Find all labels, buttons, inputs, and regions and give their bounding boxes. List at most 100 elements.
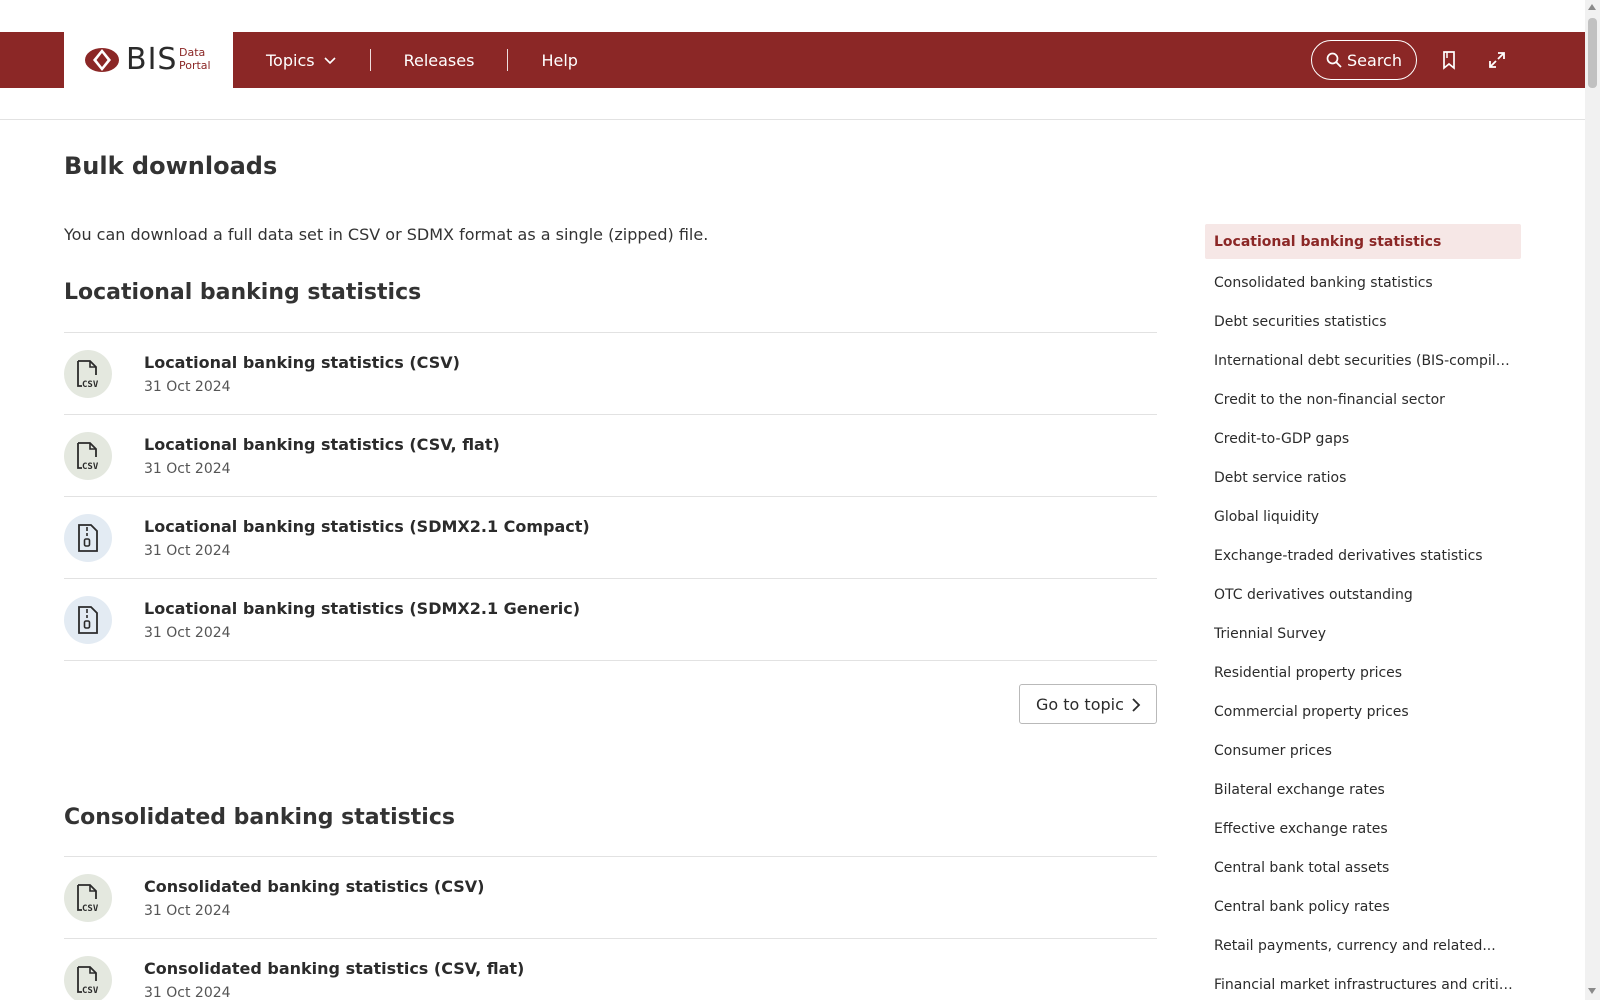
sidenav-item-debt-service-ratios[interactable]: Debt service ratios	[1205, 458, 1521, 497]
sidenav-item-consumer-prices[interactable]: Consumer prices	[1205, 731, 1521, 770]
download-item-date: 31 Oct 2024	[144, 985, 231, 1000]
sidenav-item-effective-exchange-rates[interactable]: Effective exchange rates	[1205, 809, 1521, 848]
sidenav-item-otc-derivatives[interactable]: OTC derivatives outstanding	[1205, 575, 1521, 614]
sidenav-item-credit-non-financial[interactable]: Credit to the non-financial sector	[1205, 380, 1521, 419]
chevron-down-icon	[324, 57, 336, 65]
download-item-name: Locational banking statistics (CSV)	[144, 353, 460, 372]
main-nav: Topics Releases Help	[233, 32, 611, 88]
nav-releases[interactable]: Releases	[371, 49, 508, 71]
logo-text: BIS	[126, 42, 178, 77]
scrollbar-track[interactable]	[1585, 0, 1600, 1000]
csv-file-icon: CSV	[64, 874, 112, 922]
sidenav-item-credit-to-gdp-gaps[interactable]: Credit-to-GDP gaps	[1205, 419, 1521, 458]
sidenav-item-label: Financial market infrastructures and cri…	[1214, 976, 1514, 993]
sidenav-item-exchange-traded-derivatives[interactable]: Exchange-traded derivatives statistics	[1205, 536, 1521, 575]
svg-text:CSV: CSV	[82, 986, 99, 995]
download-item[interactable]: CSV Consolidated banking statistics (CSV…	[64, 857, 1157, 939]
zip-file-icon	[64, 596, 112, 644]
sidenav-item-central-bank-total-assets[interactable]: Central bank total assets	[1205, 848, 1521, 887]
svg-text:CSV: CSV	[82, 462, 99, 471]
sidenav-item-central-bank-policy-rates[interactable]: Central bank policy rates	[1205, 887, 1521, 926]
page-title: Bulk downloads	[64, 152, 278, 180]
download-item[interactable]: CSV Consolidated banking statistics (CSV…	[64, 939, 1157, 1000]
download-item[interactable]: CSV Locational banking statistics (CSV) …	[64, 333, 1157, 415]
sidenav-item-label: OTC derivatives outstanding	[1214, 586, 1413, 603]
logo-subtitle-line1: Data	[179, 46, 206, 59]
csv-file-icon: CSV	[64, 956, 112, 1000]
header-divider	[0, 119, 1585, 120]
nav-topics-label: Topics	[266, 50, 315, 70]
svg-text:CSV: CSV	[82, 904, 99, 913]
download-list-consolidated: CSV Consolidated banking statistics (CSV…	[64, 856, 1157, 1000]
sidenav-item-locational-banking[interactable]: Locational banking statistics	[1205, 224, 1521, 259]
page-section-nav: Locational banking statistics Consolidat…	[1205, 224, 1521, 1000]
nav-topics[interactable]: Topics	[233, 49, 370, 71]
scroll-down-arrow-icon[interactable]	[1588, 988, 1596, 994]
download-item-date: 31 Oct 2024	[144, 903, 231, 919]
search-button[interactable]: Search	[1311, 40, 1417, 80]
sidenav-item-label: Central bank total assets	[1214, 859, 1390, 876]
sidenav-item-label: Locational banking statistics	[1214, 233, 1442, 250]
download-item[interactable]: Locational banking statistics (SDMX2.1 G…	[64, 579, 1157, 661]
download-item-name: Consolidated banking statistics (CSV)	[144, 877, 485, 896]
logo-subtitle-line2: Portal	[179, 59, 211, 72]
section-title-locational: Locational banking statistics	[64, 280, 422, 305]
logo-subtitle: Data Portal	[179, 46, 211, 72]
csv-file-icon: CSV	[64, 432, 112, 480]
bookmark-icon[interactable]	[1439, 50, 1459, 70]
zip-file-icon	[64, 514, 112, 562]
sidenav-item-global-liquidity[interactable]: Global liquidity	[1205, 497, 1521, 536]
scroll-up-arrow-icon[interactable]	[1588, 4, 1596, 10]
go-to-topic-button[interactable]: Go to topic	[1019, 684, 1157, 724]
sidenav-item-label: Central bank policy rates	[1214, 898, 1390, 915]
download-item-date: 31 Oct 2024	[144, 625, 231, 641]
sidenav-item-triennial-survey[interactable]: Triennial Survey	[1205, 614, 1521, 653]
nav-divider	[507, 49, 509, 71]
download-item-name: Locational banking statistics (SDMX2.1 C…	[144, 517, 590, 536]
sidenav-item-label: Bilateral exchange rates	[1214, 781, 1385, 798]
download-item-date: 31 Oct 2024	[144, 543, 231, 559]
download-item-name: Locational banking statistics (SDMX2.1 G…	[144, 599, 581, 618]
go-to-topic-label: Go to topic	[1036, 694, 1124, 714]
sidenav-item-label: Credit-to-GDP gaps	[1214, 430, 1350, 447]
sidenav-item-retail-payments[interactable]: Retail payments, currency and related...	[1205, 926, 1521, 965]
download-item-date: 31 Oct 2024	[144, 461, 231, 477]
download-list-locational: CSV Locational banking statistics (CSV) …	[64, 332, 1157, 661]
intro-text: You can download a full data set in CSV …	[64, 225, 709, 244]
download-item[interactable]: Locational banking statistics (SDMX2.1 C…	[64, 497, 1157, 579]
sidenav-item-label: Global liquidity	[1214, 508, 1320, 525]
csv-file-icon: CSV	[64, 350, 112, 398]
download-item[interactable]: CSV Locational banking statistics (CSV, …	[64, 415, 1157, 497]
sidenav-item-label: Retail payments, currency and related...	[1214, 937, 1496, 954]
nav-help[interactable]: Help	[508, 49, 610, 71]
bis-logo-mark-icon	[85, 48, 119, 72]
sidenav-item-consolidated-banking[interactable]: Consolidated banking statistics	[1205, 263, 1521, 302]
section-title-consolidated: Consolidated banking statistics	[64, 805, 455, 830]
sidenav-item-label: Debt service ratios	[1214, 469, 1347, 486]
search-icon	[1326, 52, 1342, 68]
sidenav-item-bilateral-exchange-rates[interactable]: Bilateral exchange rates	[1205, 770, 1521, 809]
sidenav-item-label: Exchange-traded derivatives statistics	[1214, 547, 1483, 564]
sidenav-item-label: Consumer prices	[1214, 742, 1332, 759]
sidenav-item-financial-market-infrastructures[interactable]: Financial market infrastructures and cri…	[1205, 965, 1521, 1000]
sidenav-item-commercial-property-prices[interactable]: Commercial property prices	[1205, 692, 1521, 731]
nav-divider	[369, 49, 371, 71]
sidenav-item-residential-property-prices[interactable]: Residential property prices	[1205, 653, 1521, 692]
sidenav-item-debt-securities[interactable]: Debt securities statistics	[1205, 302, 1521, 341]
svg-text:CSV: CSV	[82, 380, 99, 389]
sidenav-item-international-debt-securities[interactable]: International debt securities (BIS-compi…	[1205, 341, 1521, 380]
sidenav-item-label: Triennial Survey	[1214, 625, 1327, 642]
sidenav-item-label: Residential property prices	[1214, 664, 1403, 681]
sidenav-item-label: Debt securities statistics	[1214, 313, 1387, 330]
download-item-date: 31 Oct 2024	[144, 379, 231, 395]
expand-icon[interactable]	[1487, 50, 1507, 70]
scrollbar-thumb[interactable]	[1588, 18, 1597, 88]
sidenav-item-label: International debt securities (BIS-compi…	[1214, 352, 1514, 369]
chevron-right-icon	[1132, 698, 1141, 712]
bis-data-portal-logo[interactable]: BIS Data Portal	[64, 32, 233, 88]
top-navigation-bar: BIS Data Portal Topics Releases Help Sea…	[0, 32, 1585, 88]
sidenav-item-label: Commercial property prices	[1214, 703, 1409, 720]
download-item-name: Consolidated banking statistics (CSV, fl…	[144, 959, 525, 978]
sidenav-item-label: Effective exchange rates	[1214, 820, 1388, 837]
search-button-label: Search	[1347, 50, 1402, 70]
